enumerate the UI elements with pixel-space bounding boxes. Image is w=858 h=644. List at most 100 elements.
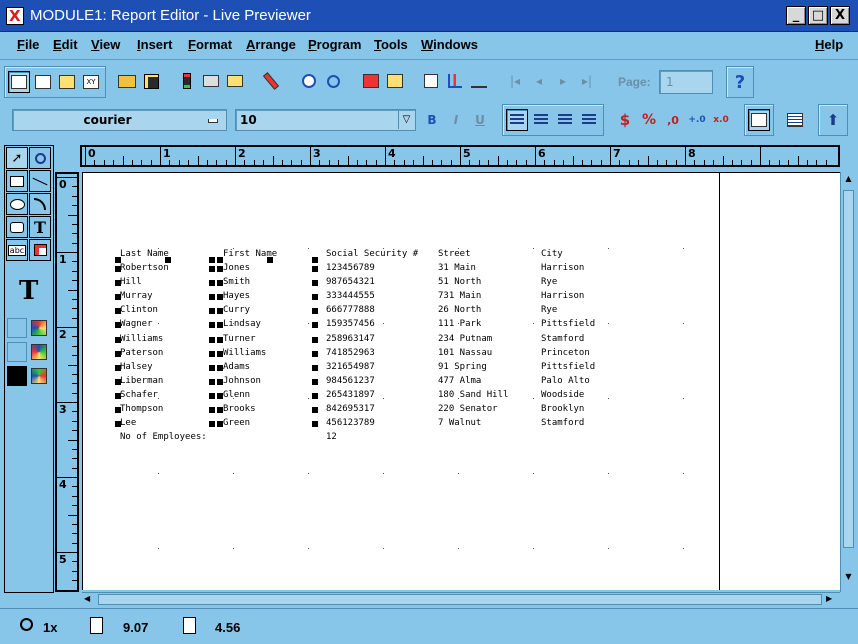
selection-handle[interactable] xyxy=(115,322,121,329)
run-report-button[interactable] xyxy=(176,70,198,92)
live-previewer-button[interactable] xyxy=(8,71,30,93)
previous-page-button[interactable]: ◂ xyxy=(528,70,550,92)
scroll-left-arrow-icon[interactable]: ◀ xyxy=(84,594,96,605)
report-field-last[interactable]: Hill xyxy=(120,277,142,287)
rounded-rectangle-tool[interactable] xyxy=(6,216,28,238)
arc-tool[interactable] xyxy=(29,193,51,215)
report-field-first[interactable]: Johnson xyxy=(223,376,261,386)
menu-file[interactable]: File xyxy=(17,37,39,52)
selection-handle[interactable] xyxy=(217,350,223,357)
report-field-last[interactable]: Liberman xyxy=(120,376,163,386)
selection-handle[interactable] xyxy=(115,378,121,385)
scroll-down-arrow-icon[interactable]: ▼ xyxy=(843,572,854,584)
justify-button[interactable] xyxy=(578,109,600,131)
header-last-name[interactable]: Last Name xyxy=(120,249,169,259)
report-field-ssn[interactable]: 984561237 xyxy=(326,376,375,386)
mail-button[interactable] xyxy=(224,70,246,92)
selection-handle[interactable] xyxy=(209,257,215,263)
selection-handle[interactable] xyxy=(115,308,121,315)
report-field-ssn[interactable]: 258963147 xyxy=(326,334,375,344)
font-name-select[interactable]: courier xyxy=(12,109,227,131)
line-tool[interactable] xyxy=(29,170,51,192)
report-field-first[interactable]: Turner xyxy=(223,334,256,344)
zoom-out-button[interactable] xyxy=(322,70,344,92)
report-field-street[interactable]: 101 Nassau xyxy=(438,348,492,358)
selection-handle[interactable] xyxy=(209,322,215,329)
font-size-select[interactable]: 10 ▽ xyxy=(235,109,416,131)
minimize-button[interactable]: _ xyxy=(786,6,806,25)
selection-handle[interactable] xyxy=(312,257,318,263)
maximize-button[interactable]: □ xyxy=(808,6,828,25)
save-button[interactable] xyxy=(140,70,162,92)
text-color-icon[interactable] xyxy=(31,368,47,384)
fill-color-icon[interactable] xyxy=(31,320,47,336)
selection-handle[interactable] xyxy=(209,364,215,371)
report-field-ssn[interactable]: 987654321 xyxy=(326,277,375,287)
zoom-in-button[interactable] xyxy=(298,70,320,92)
last-page-button[interactable]: ▸| xyxy=(576,70,598,92)
close-button[interactable]: X xyxy=(830,6,850,25)
line-color-swatch[interactable] xyxy=(7,342,27,362)
selection-handle[interactable] xyxy=(217,364,223,371)
chart-wizard-button[interactable] xyxy=(444,70,466,92)
selection-handle[interactable] xyxy=(217,421,223,428)
report-field-city[interactable]: Palo Alto xyxy=(541,376,590,386)
selection-handle[interactable] xyxy=(217,266,223,272)
report-field-ssn[interactable]: 842695317 xyxy=(326,404,375,414)
report-field-ssn[interactable]: 159357456 xyxy=(326,319,375,329)
report-field-city[interactable]: Pittsfield xyxy=(541,319,595,329)
align-center-button[interactable] xyxy=(530,109,552,131)
selection-handle[interactable] xyxy=(209,407,215,413)
report-field-first[interactable]: Smith xyxy=(223,277,250,287)
summary-value[interactable]: 12 xyxy=(326,432,337,442)
menu-windows[interactable]: Windows xyxy=(421,37,478,52)
bring-to-front-button[interactable]: ⬆ xyxy=(822,109,844,131)
page-number-input[interactable]: 1 xyxy=(659,70,713,94)
report-field-last[interactable]: Thompson xyxy=(120,404,163,414)
menu-view[interactable]: View xyxy=(91,37,120,52)
report-field-first[interactable]: Green xyxy=(223,418,250,428)
image-tool[interactable] xyxy=(29,239,51,261)
report-field-city[interactable]: Princeton xyxy=(541,348,590,358)
insert-date-button[interactable] xyxy=(784,109,806,131)
header-city[interactable]: City xyxy=(541,249,563,259)
report-field-last[interactable]: Wagner xyxy=(120,319,153,329)
summary-label[interactable]: No of Employees: xyxy=(120,432,207,442)
report-field-street[interactable]: 477 Alma xyxy=(438,376,481,386)
report-field-street[interactable]: 31 Main xyxy=(438,263,476,273)
selection-handle[interactable] xyxy=(312,364,318,371)
scroll-up-arrow-icon[interactable]: ▲ xyxy=(843,174,854,186)
header-ssn[interactable]: Social Security # xyxy=(326,249,418,259)
vertical-scroll-thumb[interactable] xyxy=(843,190,854,548)
menu-edit[interactable]: Edit xyxy=(53,37,78,52)
selection-handle[interactable] xyxy=(209,294,215,301)
report-field-last[interactable]: Robertson xyxy=(120,263,169,273)
selection-handle[interactable] xyxy=(217,378,223,385)
report-field-street[interactable]: 731 Main xyxy=(438,291,481,301)
report-field-first[interactable]: Lindsay xyxy=(223,319,261,329)
report-field-last[interactable]: Paterson xyxy=(120,348,163,358)
report-field-street[interactable]: 7 Walnut xyxy=(438,418,481,428)
menu-arrange[interactable]: Arrange xyxy=(246,37,296,52)
selection-handle[interactable] xyxy=(209,421,215,428)
remove-decimal-button[interactable]: x.0 xyxy=(710,109,732,131)
selection-handle[interactable] xyxy=(115,336,121,343)
selection-handle[interactable] xyxy=(312,421,318,428)
report-field-street[interactable]: 51 North xyxy=(438,277,481,287)
scroll-right-arrow-icon[interactable]: ▶ xyxy=(826,594,838,605)
menu-program[interactable]: Program xyxy=(308,37,361,52)
report-field-ssn[interactable]: 456123789 xyxy=(326,418,375,428)
selection-handle[interactable] xyxy=(115,280,121,287)
menu-tools[interactable]: Tools xyxy=(374,37,408,52)
selection-handle[interactable] xyxy=(217,392,223,399)
report-field-ssn[interactable]: 265431897 xyxy=(326,390,375,400)
report-field-street[interactable]: 26 North xyxy=(438,305,481,315)
horizontal-scroll-thumb[interactable] xyxy=(98,594,822,605)
selection-handle[interactable] xyxy=(312,407,318,413)
selection-handle[interactable] xyxy=(217,407,223,413)
fill-color-swatch[interactable] xyxy=(7,318,27,338)
selection-handle[interactable] xyxy=(312,280,318,287)
header-street[interactable]: Street xyxy=(438,249,471,259)
paste-button[interactable] xyxy=(260,70,282,92)
align-left-button[interactable] xyxy=(506,109,528,131)
